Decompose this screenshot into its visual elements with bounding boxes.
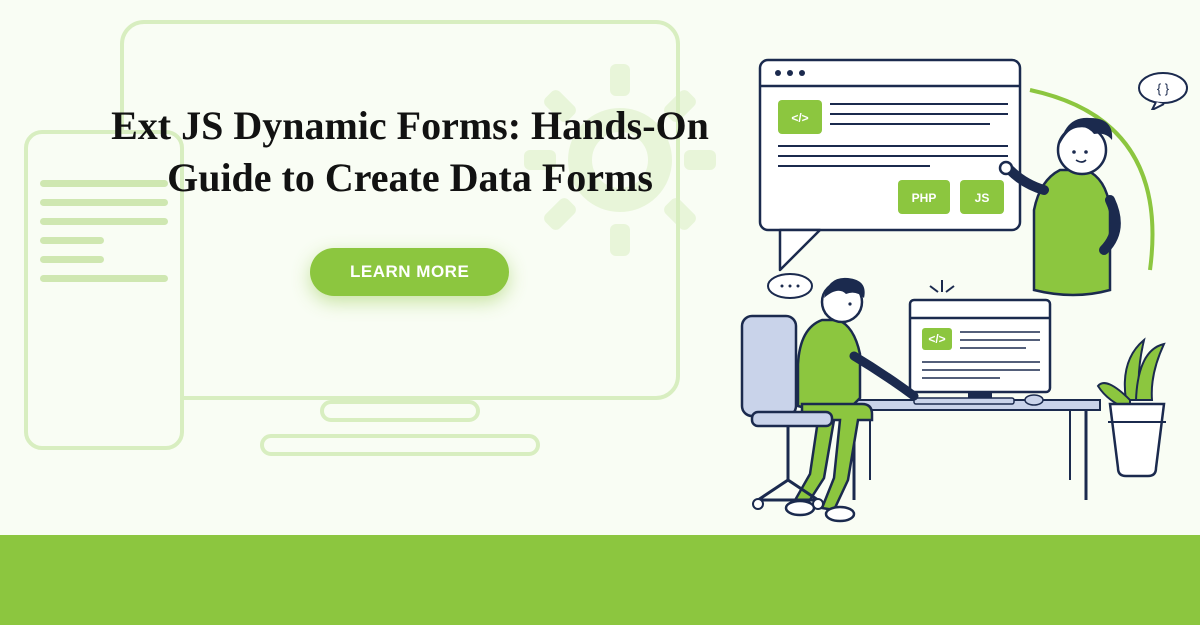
plant-icon	[1098, 340, 1166, 476]
footer-accent-bar	[0, 535, 1200, 625]
svg-text:</>: </>	[928, 332, 945, 346]
browser-window-icon: </> PHP JS	[760, 60, 1020, 270]
desk-icon	[840, 400, 1100, 500]
learn-more-button[interactable]: LEARN MORE	[310, 248, 509, 296]
spark-icon	[930, 280, 954, 292]
bg-monitor-base	[260, 434, 540, 456]
bg-monitor-stand	[320, 400, 480, 422]
desk-monitor-icon: </>	[910, 300, 1050, 405]
developer-illustration: </> PHP JS	[630, 40, 1190, 530]
svg-text:{ }: { }	[1157, 81, 1170, 96]
code-speech-bubble-icon: { }	[1136, 70, 1190, 110]
code-icon: </>	[791, 111, 808, 125]
php-tag: PHP	[912, 191, 937, 205]
js-tag: JS	[975, 191, 990, 205]
